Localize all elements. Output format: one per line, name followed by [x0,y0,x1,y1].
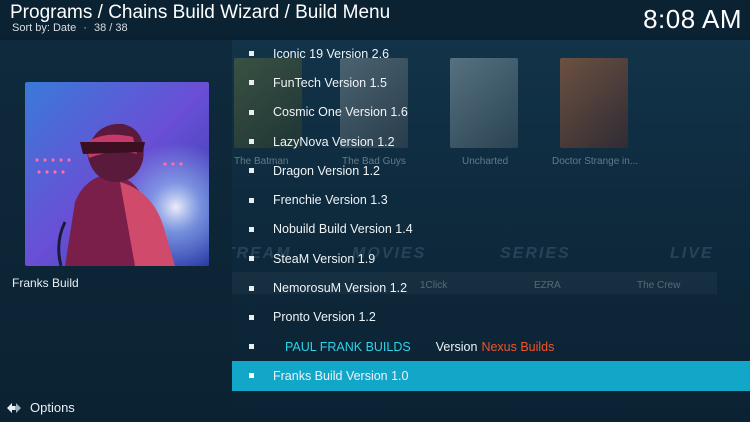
bullet-icon [249,373,254,379]
bullet-icon [249,226,254,232]
list-item-label: Iconic 19 Version 2.6 [273,46,390,61]
list-item-label: LazyNova Version 1.2 [273,134,395,149]
list-item[interactable]: Frenchie Version 1.3 [232,185,750,214]
list-item-label: FunTech Version 1.5 [273,75,387,90]
list-item-section-header[interactable]: PAUL FRANK BUILDS Version Nexus Builds [232,332,750,361]
build-artwork [25,82,209,266]
bullet-icon [249,314,254,320]
info-panel: Franks Build [0,40,232,422]
options-button[interactable]: Options [6,400,75,415]
options-label: Options [30,400,75,415]
bullet-icon [249,109,254,115]
sort-info: Sort by: Date · 38 / 38 [12,22,132,34]
breadcrumb: Programs / Chains Build Wizard / Build M… [10,2,391,23]
list-item-label: SteaM Version 1.9 [273,251,376,266]
list-item[interactable]: Pronto Version 1.2 [232,303,750,332]
bullet-icon [249,344,254,350]
list-item[interactable]: SteaM Version 1.9 [232,244,750,273]
list-item[interactable]: Cosmic One Version 1.6 [232,98,750,127]
bullet-icon [249,197,254,203]
list-item-label: Pronto Version 1.2 [273,310,376,325]
section-title: PAUL FRANK BUILDS [285,339,411,354]
list-item-label: Frenchie Version 1.3 [273,193,388,208]
list-item[interactable]: LazyNova Version 1.2 [232,127,750,156]
list-item-selected[interactable]: Franks Build Version 1.0 [232,361,750,391]
bullet-icon [249,139,254,145]
sort-label: Sort by: Date [12,22,77,34]
bullet-icon [249,80,254,86]
list-item-label: Dragon Version 1.2 [273,163,381,178]
list-item[interactable]: Dragon Version 1.2 [232,156,750,185]
build-list: Iconic 19 Version 2.6 FunTech Version 1.… [232,39,750,391]
separator-dot: · [83,22,87,34]
list-item[interactable]: Nobuild Build Version 1.4 [232,215,750,244]
list-item[interactable]: FunTech Version 1.5 [232,68,750,97]
section-version-label: Version [435,339,478,354]
list-item-label: Franks Build Version 1.0 [273,368,409,383]
list-item[interactable]: NemorosuM Version 1.2 [232,273,750,302]
bullet-icon [249,285,254,291]
bullet-icon [249,51,254,57]
bullet-icon [249,168,254,174]
list-item-label: Nobuild Build Version 1.4 [273,222,413,237]
selected-item-title: Franks Build [12,276,79,290]
bullet-icon [249,256,254,262]
clock: 8:08 AM [643,4,742,34]
list-item-label: NemorosuM Version 1.2 [273,281,408,296]
item-count: 38 / 38 [94,22,128,34]
section-version-value: Nexus Builds [481,339,555,354]
list-item-label: Cosmic One Version 1.6 [273,105,408,120]
list-item[interactable]: Iconic 19 Version 2.6 [232,39,750,68]
options-arrows-icon [7,402,21,413]
